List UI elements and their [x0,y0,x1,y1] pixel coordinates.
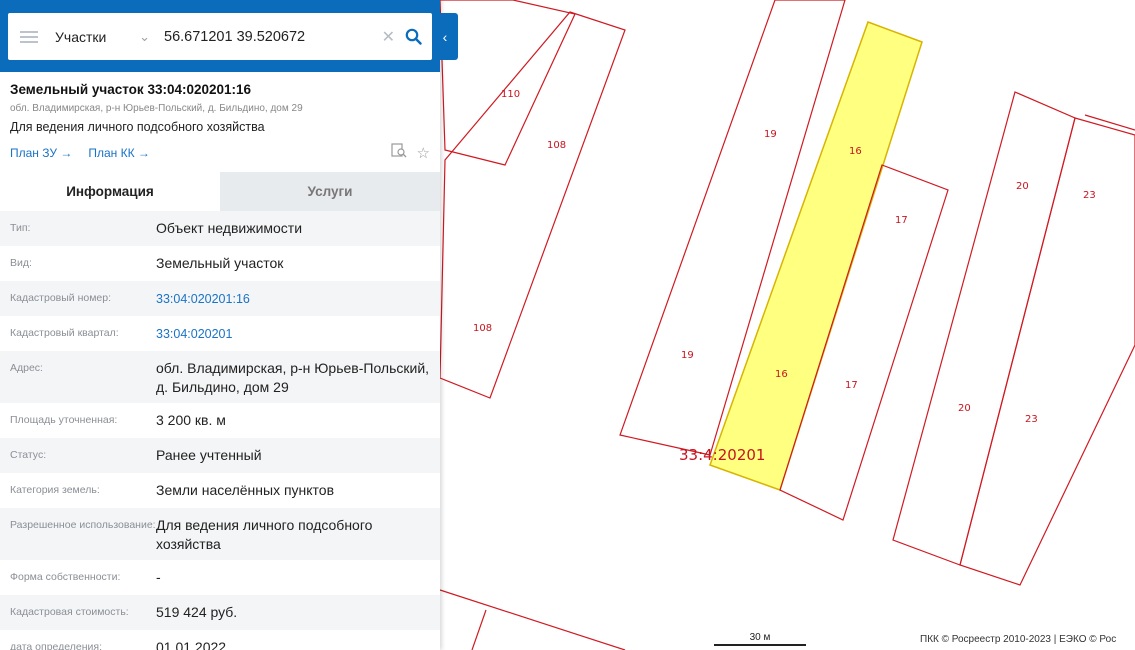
zoom-to-object-icon[interactable] [390,143,407,162]
plot-label-17: 17 [895,215,908,226]
info-row-cadastral-value: Кадастровая стоимость: 519 424 руб. [0,594,440,630]
collapse-panel-button[interactable]: ‹ [432,13,458,60]
row-value: Объект недвижимости [156,220,303,236]
row-value: обл. Владимирская, р-н Юрьев-Польский, д… [156,360,430,395]
scale-bar [714,644,806,646]
object-use: Для ведения личного подсобного хозяйства [10,120,265,134]
info-row-kind: Вид: Земельный участок [0,246,440,281]
info-row-ownership: Форма собственности: - [0,559,440,595]
plot-label-108: 108 [547,140,566,151]
copyright-text: ПКК © Росреестр 2010-2023 | ЕЭКО © Рос [920,634,1117,645]
row-value: Ранее учтенный [156,446,262,463]
row-label: дата определения: [10,640,103,650]
cadastral-quarter-link[interactable]: 33:04:020201 [156,324,430,343]
row-label: Кадастровый номер: [10,292,112,304]
parcel-23[interactable] [959,117,1135,586]
cadastral-number-link[interactable]: 33:04:020201:16 [156,289,430,308]
cadastral-quarter-label: 33:4:20201 [679,446,765,464]
parcel-108-upper[interactable] [439,11,626,399]
tab-services[interactable]: Услуги [220,172,440,211]
row-label: Площадь уточненная: [10,413,118,426]
row-label: Кадастровый квартал: [10,327,119,339]
layer-select[interactable]: Участки ⌄ [55,29,150,45]
object-title: Земельный участок 33:04:020201:16 [10,82,252,97]
row-label: Статус: [10,448,47,461]
info-row-valuation-date: дата определения: 01.01.2022 [0,629,440,650]
map-scale: 30 м [714,632,806,646]
clear-icon[interactable]: ✕ [382,27,395,47]
plot-label-108: 108 [473,323,492,334]
search-icon[interactable] [405,28,422,45]
info-row-address: Адрес: обл. Владимирская, р-н Юрьев-Поль… [0,351,440,403]
row-label: Вид: [10,257,32,269]
plan-zu-link[interactable]: План ЗУ → [10,146,72,160]
parcel-20[interactable] [892,91,1076,566]
chevron-down-icon: ⌄ [139,28,150,44]
row-value: 3 200 кв. м [156,411,226,428]
row-value: 01.01.2022 [156,638,227,650]
plot-label-17: 17 [845,380,858,391]
search-input[interactable] [164,21,376,52]
search-box: Участки ⌄ ✕ [8,13,432,60]
plan-kk-link[interactable]: План КК → [88,146,150,160]
plot-label-16: 16 [849,146,862,157]
card-actions: ☆ [390,143,430,162]
row-label: Форма собственности: [10,570,121,583]
row-value: - [156,568,161,585]
hamburger-menu-icon[interactable] [20,30,38,43]
row-value: Земельный участок [156,255,284,271]
app: 110 108 108 19 19 16 16 17 17 20 20 23 2… [0,0,1135,650]
info-row-permitted-use: Разрешенное использование: Для ведения л… [0,507,440,560]
info-panel: Участки ⌄ ✕ Земельный участок 33:04:0202… [0,0,440,650]
row-label: Кадастровая стоимость: [10,605,129,618]
plot-label-110: 110 [501,89,520,100]
tab-info[interactable]: Информация [0,172,220,211]
info-row-cadastral-number: Кадастровый номер: 33:04:020201:16 [0,281,440,316]
plot-label-19: 19 [681,350,694,361]
favorite-star-icon[interactable]: ☆ [417,144,430,162]
info-row-cadastral-quarter: Кадастровый квартал: 33:04:020201 [0,316,440,351]
search-bar: Участки ⌄ ✕ [0,0,440,72]
info-row-status: Статус: Ранее учтенный [0,437,440,473]
layer-select-label: Участки [55,28,107,45]
tabs: Информация Услуги [0,172,440,211]
info-row-land-category: Категория земель: Земли населённых пункт… [0,472,440,508]
plot-label-20: 20 [1016,181,1029,192]
info-row-area: Площадь уточненная: 3 200 кв. м [0,402,440,438]
plot-label-20: 20 [958,403,971,414]
plot-label-23: 23 [1083,190,1096,201]
row-value: 519 424 руб. [156,603,238,620]
info-row-type: Тип: Объект недвижимости [0,211,440,246]
row-label: Категория земель: [10,483,100,496]
row-label: Тип: [10,222,31,234]
object-card: Земельный участок 33:04:020201:16 обл. В… [0,72,440,162]
row-value: Для ведения личного подсобного хозяйства [156,516,373,552]
plot-label-16: 16 [775,369,788,380]
scale-label: 30 м [749,632,771,643]
plot-label-23: 23 [1025,414,1038,425]
info-table: Тип: Объект недвижимости Вид: Земельный … [0,211,440,650]
row-label: Разрешенное использование: [10,518,156,531]
row-label: Адрес: [10,362,43,374]
card-links: План ЗУ → План КК → ☆ [10,143,430,162]
object-address: обл. Владимирская, р-н Юрьев-Польский, д… [10,103,303,114]
plot-label-19: 19 [764,129,777,140]
row-value: Земли населённых пунктов [156,481,335,498]
